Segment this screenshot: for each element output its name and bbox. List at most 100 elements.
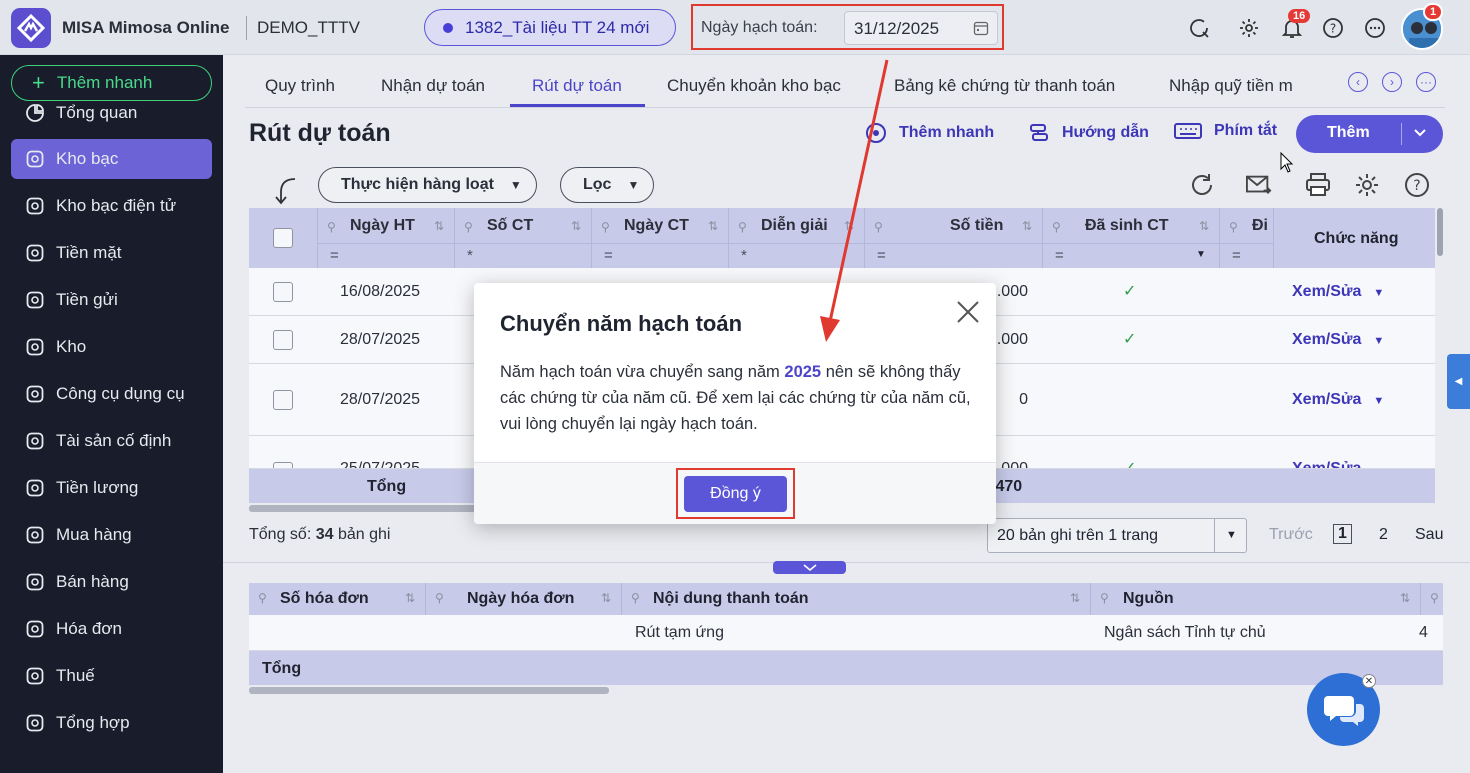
pin-icon[interactable]: ⚲: [464, 220, 473, 234]
grid-vertical-scrollbar[interactable]: [1437, 208, 1443, 256]
sidebar-item-2[interactable]: Kho bạc: [11, 139, 212, 179]
refresh-icon[interactable]: [1189, 172, 1215, 198]
gear-icon[interactable]: [1354, 172, 1380, 198]
pin-icon[interactable]: ⚲: [327, 220, 336, 234]
pin-icon[interactable]: ⚲: [1229, 220, 1238, 234]
warehouse-icon: [24, 336, 46, 358]
dataset-selector[interactable]: 1382_Tài liệu TT 24 mới: [424, 9, 676, 46]
tab-prev-icon[interactable]: ‹: [1348, 72, 1368, 92]
tenant-name[interactable]: DEMO_TTTV: [257, 18, 360, 38]
col-dien-giai[interactable]: ⚲ Diễn giải ⇅ *: [729, 208, 865, 268]
caret-down-icon[interactable]: ▼: [1196, 249, 1206, 260]
filter-cell: =: [1220, 243, 1273, 268]
page-size-select[interactable]: 20 bản ghi trên 1 trang ▼: [987, 518, 1247, 553]
col-ngay-ht[interactable]: ⚲ Ngày HT ⇅ =: [318, 208, 455, 268]
select-all-checkbox[interactable]: [273, 228, 293, 248]
tab-quy-trinh[interactable]: Quy trình: [265, 76, 335, 96]
pager-page-2[interactable]: 2: [1379, 526, 1388, 544]
search-history-icon[interactable]: [1187, 16, 1211, 40]
sidebar-item-9[interactable]: Tiền lương: [11, 468, 212, 508]
add-button[interactable]: Thêm: [1296, 115, 1443, 153]
tab-next-icon[interactable]: ›: [1382, 72, 1402, 92]
gear-icon[interactable]: [1237, 16, 1261, 40]
col-extra[interactable]: ⚲ Đi =: [1220, 208, 1273, 268]
col-ngay-hoa-don[interactable]: ⚲ Ngày hóa đơn ⇅: [426, 583, 622, 615]
shortcuts-action-label: Phím tắt: [1214, 122, 1278, 139]
pin-icon[interactable]: ⚲: [738, 220, 747, 234]
view-edit-link[interactable]: Xem/Sửa ▼: [1292, 283, 1384, 301]
cart-icon: [24, 524, 46, 546]
shortcuts-action[interactable]: Phím tắt: [1174, 122, 1277, 140]
sidebar-item-5[interactable]: Tiền gửi: [11, 280, 212, 320]
sidebar-item-12[interactable]: Hóa đơn: [11, 609, 212, 649]
tab-chuyen-khoan-kho-bac[interactable]: Chuyển khoản kho bạc: [667, 76, 841, 96]
total-records: Tổng số: 34 bản ghi: [249, 526, 391, 543]
sort-icon[interactable]: ⇅: [708, 219, 718, 233]
add-button-divider: [1401, 123, 1402, 145]
splitter-toggle[interactable]: [773, 561, 846, 574]
view-edit-link[interactable]: Xem/Sửa ▼: [1292, 391, 1384, 409]
detail-row[interactable]: Rút tạm ứng Ngân sách Tỉnh tự chủ 4: [249, 615, 1443, 651]
collapse-arrow-icon[interactable]: [273, 176, 301, 206]
sidebar-item-11[interactable]: Bán hàng: [11, 562, 212, 602]
tab-nhap-quy[interactable]: Nhập quỹ tiền m: [1169, 76, 1294, 96]
sort-icon[interactable]: ⇅: [434, 219, 444, 233]
sort-icon[interactable]: ⇅: [1022, 219, 1032, 233]
chevron-down-icon[interactable]: [1412, 124, 1428, 144]
print-icon[interactable]: [1305, 172, 1331, 198]
sort-icon[interactable]: ⇅: [1199, 219, 1209, 233]
sidebar-item-4[interactable]: Tiền mặt: [11, 233, 212, 273]
filter-button[interactable]: Lọc ▼: [560, 167, 655, 203]
pin-icon[interactable]: ⚲: [874, 220, 883, 234]
col-ngay-ct[interactable]: ⚲ Ngày CT ⇅ =: [592, 208, 729, 268]
help-icon[interactable]: ?: [1321, 16, 1345, 40]
row-checkbox[interactable]: [273, 282, 293, 302]
sort-icon: ⇅: [1069, 591, 1080, 605]
sort-icon[interactable]: ⇅: [844, 219, 854, 233]
pager-page-1[interactable]: 1: [1333, 524, 1352, 544]
app-logo[interactable]: [11, 8, 51, 48]
sidebar-item-14[interactable]: Tổng hợp: [11, 703, 212, 743]
tab-more-icon[interactable]: ···: [1416, 72, 1436, 92]
col-noi-dung[interactable]: ⚲ Nội dung thanh toán ⇅: [622, 583, 1091, 615]
help-icon[interactable]: ?: [1404, 172, 1430, 198]
quick-add-label: Thêm nhanh: [56, 73, 153, 92]
sidebar-item-6[interactable]: Kho: [11, 327, 212, 367]
col-so-hoa-don[interactable]: ⚲ Số hóa đơn ⇅: [249, 583, 426, 615]
close-chat-icon[interactable]: ✕: [1362, 674, 1376, 688]
sidebar-item-label: Bán hàng: [56, 572, 129, 591]
sidebar-item-1[interactable]: Tổng quan: [11, 93, 212, 133]
row-checkbox[interactable]: [273, 462, 293, 468]
tab-rut-du-toan[interactable]: Rút dự toán: [532, 76, 622, 96]
col-nguon[interactable]: ⚲ Nguồn ⇅: [1091, 583, 1421, 615]
pager-prev[interactable]: Trước: [1269, 526, 1313, 544]
view-edit-link[interactable]: Xem/Sửa ▼: [1292, 331, 1384, 349]
pin-icon[interactable]: ⚲: [1052, 220, 1061, 234]
sidebar-item-7[interactable]: Công cụ dụng cụ: [11, 374, 212, 414]
sidebar-item-13[interactable]: Thuế: [11, 656, 212, 696]
email-icon[interactable]: [1246, 172, 1272, 198]
close-icon[interactable]: [955, 299, 981, 325]
batch-action-button[interactable]: Thực hiện hàng loạt ▼: [318, 167, 537, 203]
row-checkbox[interactable]: [273, 330, 293, 350]
row-checkbox[interactable]: [273, 390, 293, 410]
tab-bang-ke[interactable]: Bảng kê chứng từ thanh toán: [894, 76, 1115, 96]
quick-add-action[interactable]: Thêm nhanh: [865, 122, 994, 144]
col-so-ct[interactable]: ⚲ Số CT ⇅ *: [455, 208, 592, 268]
sidebar-item-8[interactable]: Tài sản cố định: [11, 421, 212, 461]
detail-horizontal-scrollbar[interactable]: [249, 687, 609, 694]
side-panel-toggle[interactable]: ◀: [1447, 354, 1470, 409]
sidebar-item-10[interactable]: Mua hàng: [11, 515, 212, 555]
guide-action[interactable]: Hướng dẫn: [1028, 122, 1149, 144]
tab-nhan-du-toan[interactable]: Nhận dự toán: [381, 76, 485, 96]
sort-icon[interactable]: ⇅: [571, 219, 581, 233]
col-so-tien[interactable]: ⚲ Số tiền ⇅ =: [865, 208, 1043, 268]
app-name: MISA Mimosa Online: [62, 18, 230, 37]
sidebar-item-3[interactable]: Kho bạc điện tử: [11, 186, 212, 226]
more-icon[interactable]: [1363, 16, 1387, 40]
pin-icon: ⚲: [1430, 591, 1439, 605]
view-edit-link[interactable]: Xem/Sửa: [1292, 460, 1361, 468]
pager-next[interactable]: Sau: [1415, 526, 1443, 544]
pin-icon[interactable]: ⚲: [601, 220, 610, 234]
col-da-sinh-ct[interactable]: ⚲ Đã sinh CT ⇅ = ▼: [1043, 208, 1220, 268]
